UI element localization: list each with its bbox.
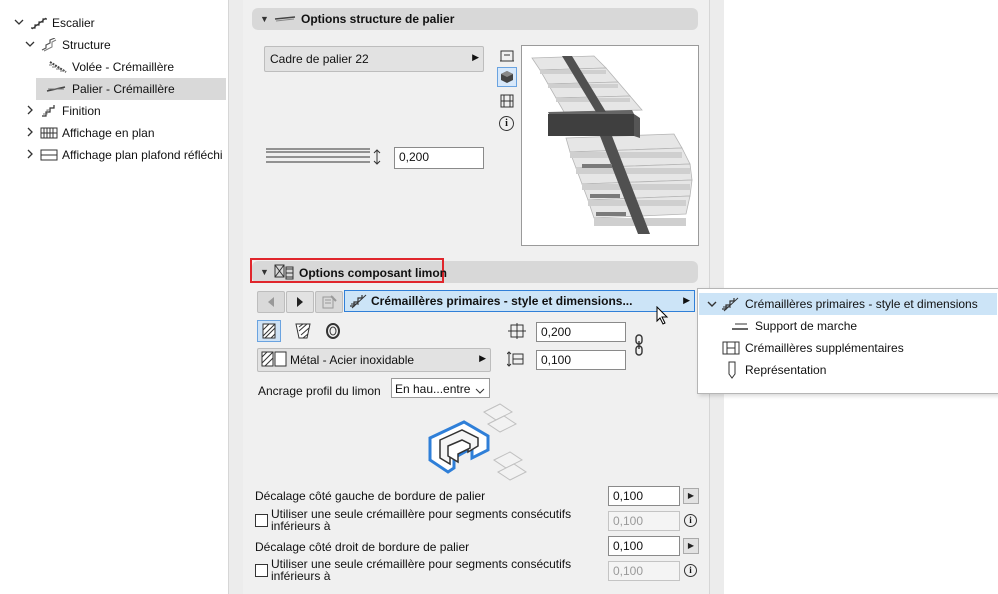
menu-item-tread-support[interactable]: Support de marche [699, 315, 997, 337]
landing-frame-dropdown[interactable]: Cadre de palier 22 ▶ [264, 46, 484, 72]
tree-item-label: Finition [62, 104, 101, 118]
stringer-width-icon [507, 322, 527, 343]
tree-item-label: Volée - Crémaillère [72, 60, 175, 74]
component-dropdown[interactable]: Crémaillères primaires - style et dimens… [344, 290, 695, 312]
menu-item-label: Crémaillères supplémentaires [745, 341, 904, 355]
info-icon[interactable]: i [499, 116, 514, 131]
menu-item-primary-stringers[interactable]: Crémaillères primaires - style et dimens… [699, 293, 997, 315]
dropdown-value: Cadre de palier 22 [270, 52, 369, 66]
section-header-landing[interactable]: ▼ Options structure de palier [252, 8, 698, 30]
additional-stringers-icon [721, 340, 741, 359]
material-icon [261, 351, 287, 370]
info-icon[interactable]: i [684, 564, 697, 577]
tree-item-volee-cremaillere[interactable]: Volée - Crémaillère [0, 56, 226, 78]
stringer-primary-icon [349, 293, 369, 312]
right-offset-arrow-button[interactable]: ▶ [683, 538, 699, 554]
profile-rectangle-button[interactable] [257, 320, 281, 342]
chevron-right-icon[interactable] [24, 149, 36, 161]
reflected-ceiling-icon [40, 148, 58, 162]
navigation-tree: Escalier Structure Volée - Crémaillère P… [0, 0, 228, 594]
chevron-right-icon: ▶ [683, 295, 690, 305]
floor-plan-icon [40, 126, 58, 140]
collapse-triangle-icon[interactable]: ▼ [260, 14, 269, 24]
splitter[interactable] [228, 0, 243, 594]
tree-item-finition[interactable]: Finition [0, 100, 226, 122]
chevron-right-icon[interactable] [24, 127, 36, 139]
section-title: Options structure de palier [301, 12, 455, 26]
tread-support-icon [731, 321, 749, 335]
tree-item-palier-cremaillere[interactable]: Palier - Crémaillère [36, 78, 226, 100]
stringer-primary-icon [721, 296, 741, 315]
structure-icon [40, 37, 58, 52]
right-offset-label: Décalage côté droit de bordure de palier [255, 540, 470, 554]
mouse-cursor-icon [656, 305, 670, 329]
chevron-right-icon[interactable] [24, 105, 36, 117]
tree-item-structure[interactable]: Structure [0, 34, 226, 56]
left-offset-arrow-button[interactable]: ▶ [683, 488, 699, 504]
select-value: En hau...entre [395, 382, 471, 396]
collapse-triangle-icon[interactable]: ▼ [260, 267, 269, 277]
menu-item-label: Support de marche [755, 319, 858, 333]
anchor-select[interactable]: En hau...entre [391, 378, 490, 398]
edit-component-button[interactable] [315, 291, 343, 313]
profile-round-button[interactable] [323, 321, 343, 344]
finish-icon [40, 104, 58, 118]
menu-item-label: Représentation [745, 363, 827, 377]
previous-component-button[interactable] [257, 291, 285, 313]
pencil-icon [727, 361, 737, 382]
tree-item-label: Palier - Crémaillère [72, 82, 175, 96]
chevron-right-icon: ▶ [472, 52, 479, 62]
checkmark-icon [707, 298, 717, 312]
info-icon[interactable]: i [684, 514, 697, 527]
left-single-stringer-input: 0,100 [608, 511, 680, 531]
landing-thickness-input[interactable]: 0,200 [394, 147, 484, 169]
next-component-button[interactable] [286, 291, 314, 313]
plan-view-icon[interactable] [499, 49, 515, 66]
anchor-profile-illustration [424, 402, 532, 484]
chevron-down-icon[interactable] [13, 17, 25, 29]
tree-item-label: Affichage en plan [62, 126, 155, 140]
chevron-down-icon [475, 384, 485, 398]
dropdown-value: Métal - Acier inoxidable [290, 353, 415, 367]
tree-item-label: Escalier [52, 16, 95, 30]
stringer-height-input[interactable]: 0,100 [536, 350, 626, 370]
stair-icon [30, 16, 48, 30]
tree-item-label: Affichage plan plafond réfléchi [62, 148, 223, 162]
tree-item-escalier[interactable]: Escalier [0, 12, 226, 34]
chevron-down-icon[interactable] [24, 39, 36, 51]
flight-stringer-icon [48, 60, 67, 74]
chevron-right-icon: ▶ [479, 353, 486, 363]
landing-section-icon [274, 13, 296, 28]
3d-view-icon[interactable] [497, 67, 517, 87]
left-single-stringer-label: Utiliser une seule crémaillère pour segm… [271, 507, 572, 533]
section-view-icon[interactable] [499, 93, 515, 112]
tree-item-affichage-plan-plafond[interactable]: Affichage plan plafond réfléchi [0, 144, 226, 166]
tree-item-label: Structure [62, 38, 111, 52]
profile-tapered-button[interactable] [293, 321, 313, 344]
left-single-stringer-checkbox[interactable] [255, 514, 268, 527]
right-single-stringer-input: 0,100 [608, 561, 680, 581]
material-dropdown[interactable]: Métal - Acier inoxidable ▶ [257, 348, 491, 372]
stringer-height-icon [506, 350, 527, 371]
dropdown-value: Crémaillères primaires - style et dimens… [371, 294, 633, 308]
right-single-stringer-checkbox[interactable] [255, 564, 268, 577]
section-title: Options composant limon [299, 266, 448, 280]
component-popup-menu: Crémaillères primaires - style et dimens… [697, 288, 998, 394]
left-offset-label: Décalage côté gauche de bordure de palie… [255, 489, 486, 503]
tree-item-affichage-en-plan[interactable]: Affichage en plan [0, 122, 226, 144]
chain-link-icon[interactable] [634, 334, 644, 359]
anchor-label: Ancrage profil du limon [258, 384, 381, 398]
menu-item-label: Crémaillères primaires - style et dimens… [745, 297, 978, 311]
landing-stringer-icon [46, 83, 66, 97]
menu-item-representation[interactable]: Représentation [699, 359, 997, 381]
left-offset-input[interactable]: 0,100 [608, 486, 680, 506]
stair-3d-preview [521, 45, 699, 246]
right-single-stringer-label: Utiliser une seule crémaillère pour segm… [271, 557, 572, 583]
stringer-width-input[interactable]: 0,200 [536, 322, 626, 342]
menu-item-additional-stringers[interactable]: Crémaillères supplémentaires [699, 337, 997, 359]
landing-thickness-icon [266, 147, 384, 172]
right-offset-input[interactable]: 0,100 [608, 536, 680, 556]
stringer-component-icon [274, 263, 294, 284]
